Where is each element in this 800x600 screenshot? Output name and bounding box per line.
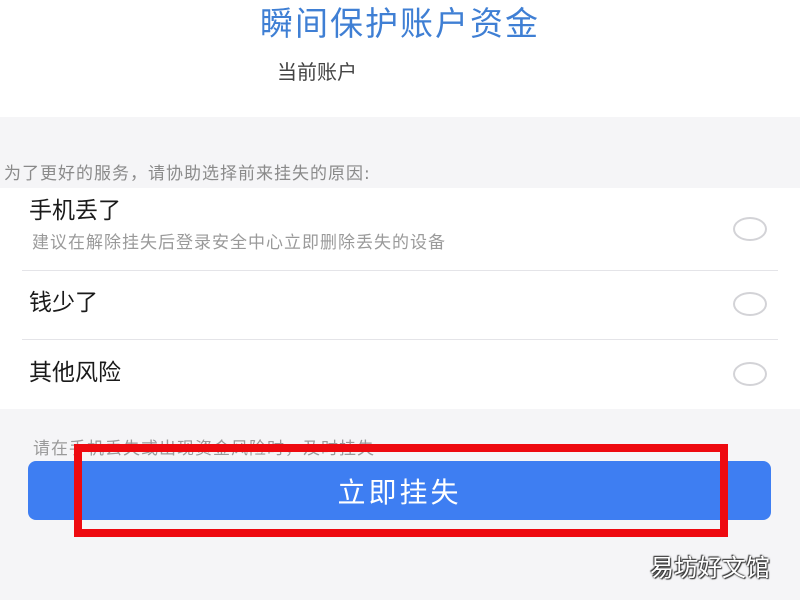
reason-prompt: 为了更好的服务，请协助选择前来挂失的原因: [4, 164, 371, 184]
reason-item-other-risk[interactable]: 其他风险 [0, 340, 800, 409]
watermark: 易坊好文馆 [650, 554, 770, 582]
reason-list: 手机丢了 建议在解除挂失后登录安全中心立即删除丢失的设备 钱少了 其他风险 [0, 188, 800, 409]
page-title: 瞬间保护账户资金 [260, 4, 540, 43]
reason-title: 钱少了 [29, 290, 98, 316]
radio-button-money-missing[interactable] [733, 292, 767, 316]
footnote-text: 请在手机丢失或出现资金风险时，及时挂失 [33, 439, 375, 459]
reason-title: 手机丢了 [29, 198, 121, 224]
radio-button-other-risk[interactable] [733, 362, 767, 386]
header-card: 瞬间保护账户资金 当前账户 [0, 0, 800, 117]
reason-description: 建议在解除挂失后登录安全中心立即删除丢失的设备 [32, 233, 446, 253]
reason-title: 其他风险 [29, 360, 121, 386]
radio-button-phone-lost[interactable] [733, 217, 767, 241]
current-account-label: 当前账户 [277, 60, 357, 84]
report-loss-button[interactable]: 立即挂失 [28, 461, 771, 520]
reason-item-money-missing[interactable]: 钱少了 [0, 271, 800, 340]
report-loss-button-label: 立即挂失 [337, 475, 462, 509]
reason-item-phone-lost[interactable]: 手机丢了 建议在解除挂失后登录安全中心立即删除丢失的设备 [0, 188, 800, 271]
